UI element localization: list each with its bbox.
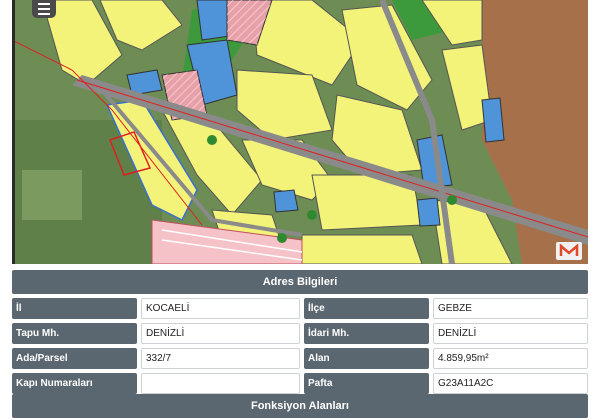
tree-marker	[277, 233, 287, 243]
address-row: Kapı Numaraları Pafta G23A11A2C	[12, 373, 588, 394]
tree-marker	[447, 195, 457, 205]
menu-bar	[38, 8, 50, 10]
value-il: KOCAELİ	[141, 298, 300, 319]
label-pafta: Pafta	[304, 373, 429, 394]
label-il: İl	[12, 298, 137, 319]
value-pafta: G23A11A2C	[433, 373, 588, 394]
address-panel-title: Adres Bilgileri	[12, 270, 588, 294]
address-row: Tapu Mh. DENİZLİ İdari Mh. DENİZLİ	[12, 323, 588, 344]
functions-panel: Fonksiyon Alanları	[12, 394, 588, 418]
tree-marker	[307, 210, 317, 220]
label-alan: Alan	[304, 348, 429, 369]
map-canvas[interactable]	[12, 0, 588, 264]
value-tapu-mh: DENİZLİ	[141, 323, 300, 344]
satellite-field	[22, 170, 82, 220]
address-row: İl KOCAELİ İlçe GEBZE	[12, 298, 588, 319]
label-kapi-numaralari: Kapı Numaraları	[12, 373, 137, 394]
label-idari-mh: İdari Mh.	[304, 323, 429, 344]
value-ilce: GEBZE	[433, 298, 588, 319]
public-zone	[481, 97, 505, 143]
public-zone	[273, 189, 299, 213]
label-ada-parsel: Ada/Parsel	[12, 348, 137, 369]
m-logo-icon	[556, 242, 582, 260]
map-left-edge	[12, 0, 15, 264]
value-ada-parsel: 332/7	[141, 348, 300, 369]
value-kapi-numaralari	[141, 373, 300, 394]
menu-bar	[38, 13, 50, 15]
residential-zone	[301, 234, 423, 264]
hamburger-menu-icon[interactable]	[32, 0, 56, 18]
address-panel: Adres Bilgileri İl KOCAELİ İlçe GEBZE Ta…	[12, 270, 588, 398]
value-idari-mh: DENİZLİ	[433, 323, 588, 344]
functions-panel-title[interactable]: Fonksiyon Alanları	[12, 394, 588, 418]
menu-bar	[38, 3, 50, 5]
zoning-map[interactable]	[12, 0, 588, 264]
address-row: Ada/Parsel 332/7 Alan 4.859,95m²	[12, 348, 588, 369]
label-ilce: İlçe	[304, 298, 429, 319]
label-tapu-mh: Tapu Mh.	[12, 323, 137, 344]
tree-marker	[207, 135, 217, 145]
address-grid: İl KOCAELİ İlçe GEBZE Tapu Mh. DENİZLİ İ…	[12, 298, 588, 394]
value-alan: 4.859,95m²	[433, 348, 588, 369]
public-zone	[416, 197, 441, 227]
